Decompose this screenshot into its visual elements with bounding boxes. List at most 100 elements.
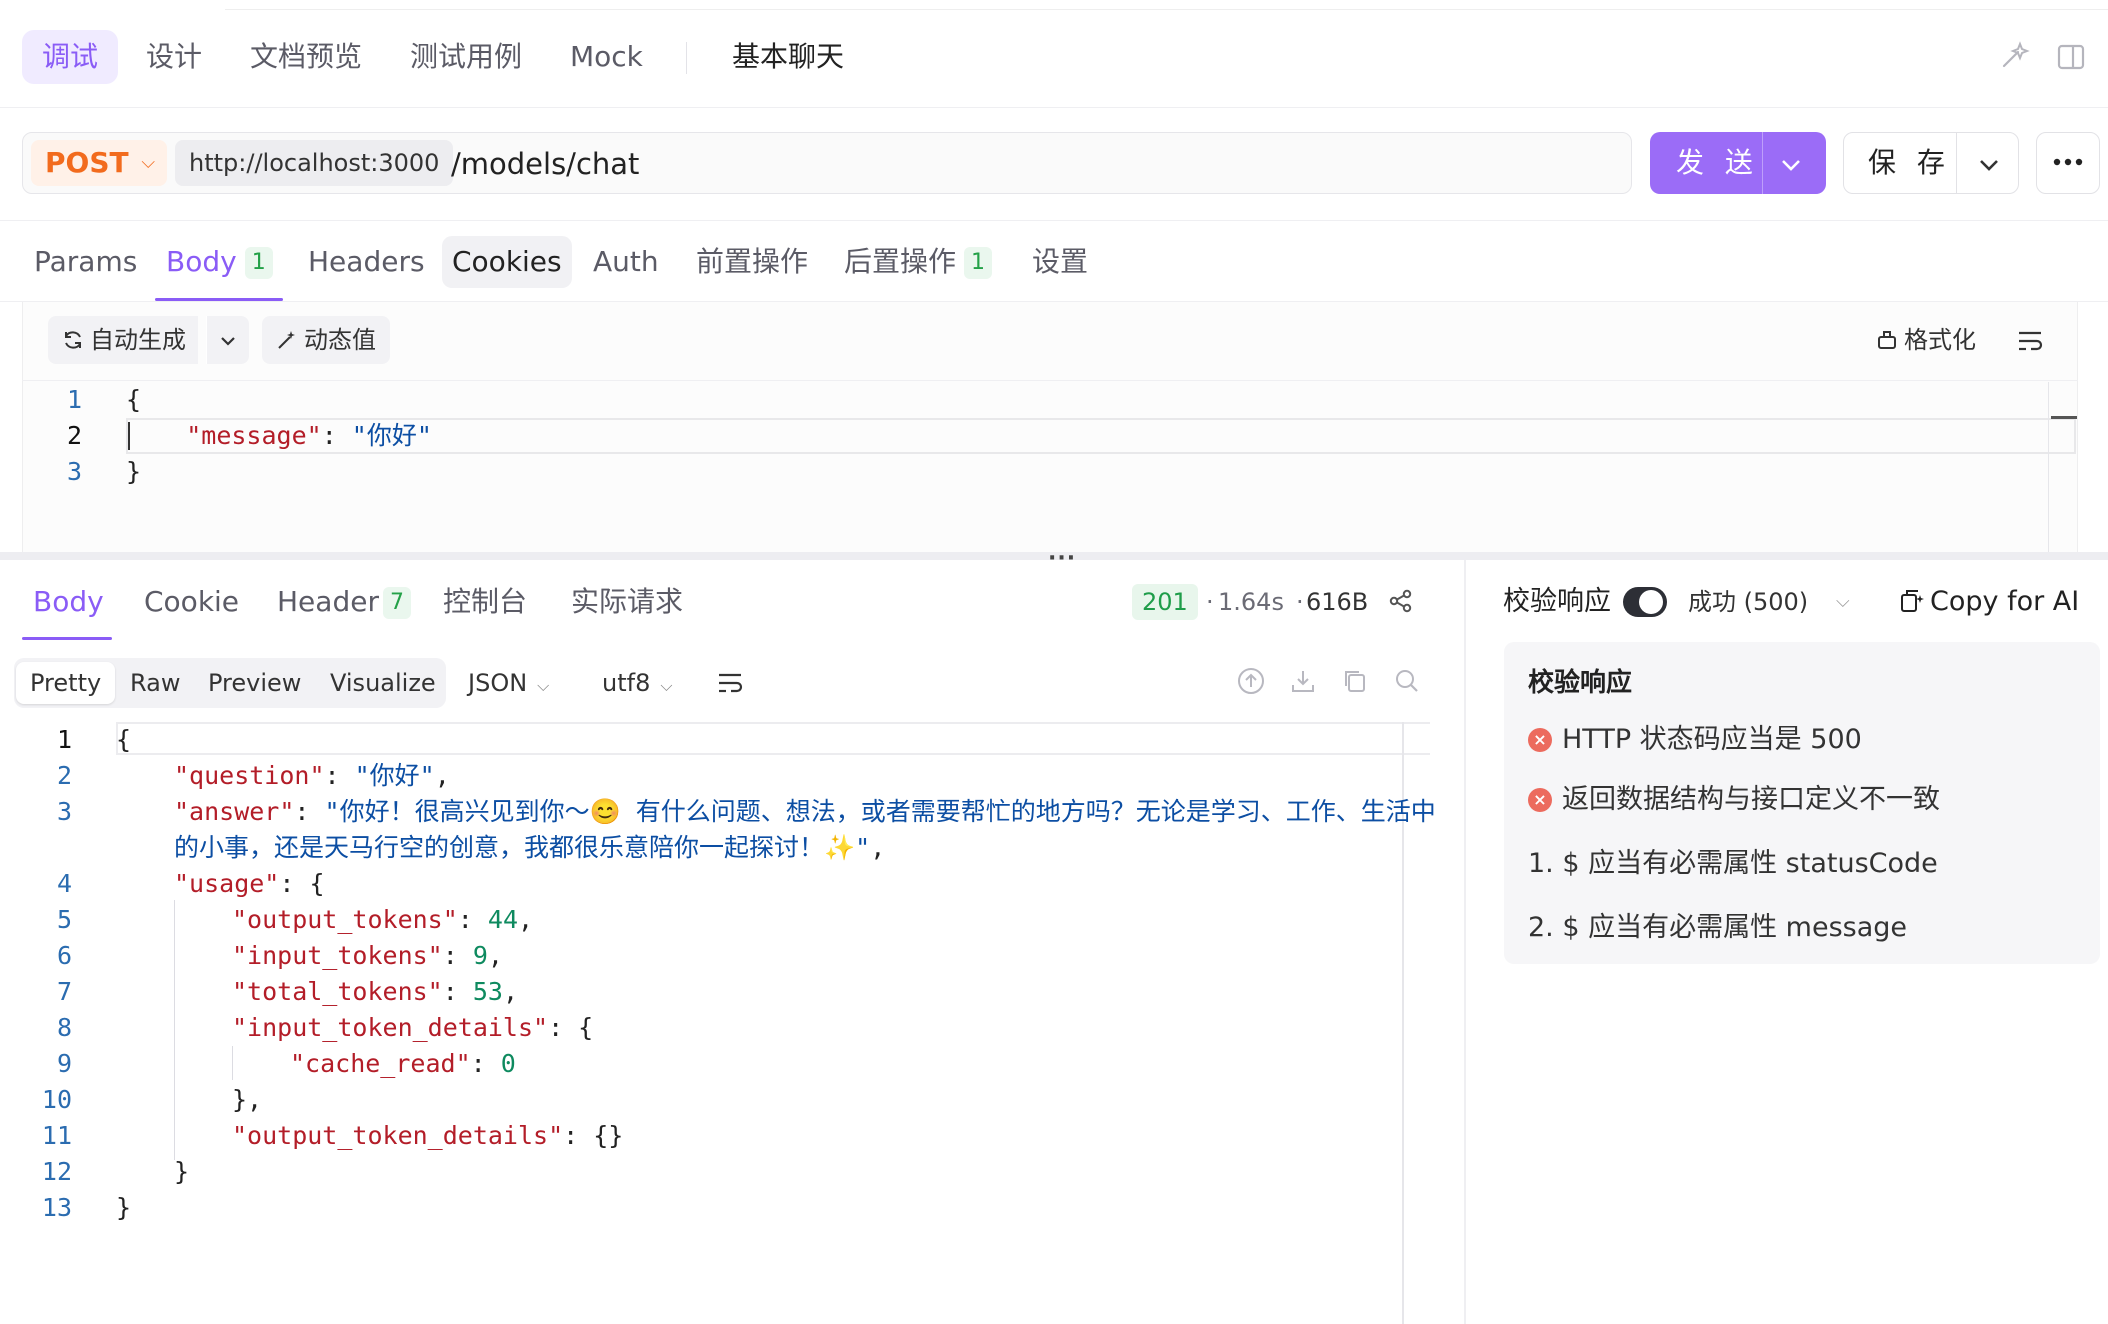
magic-sparkle-icon[interactable] <box>1996 40 2030 74</box>
api-name[interactable]: 基本聊天 <box>732 30 844 84</box>
refresh-icon <box>65 331 81 349</box>
response-tab-header-label: Header <box>277 585 379 618</box>
line-number: 3 <box>66 457 82 486</box>
more-options-button[interactable] <box>2036 132 2100 194</box>
response-tab-actual-request[interactable]: 实际请求 <box>571 576 683 628</box>
word-wrap-icon[interactable] <box>716 670 744 696</box>
request-body-line[interactable]: } <box>126 454 141 490</box>
response-line: }, <box>232 1085 263 1114</box>
download-icon[interactable] <box>1288 666 1318 696</box>
view-mode-tabs: Pretty Raw Preview Visualize <box>14 658 446 708</box>
request-body-line[interactable]: { <box>126 382 141 418</box>
top-divider <box>225 9 2108 10</box>
validation-detail: 1. $ 应当有必需属性 statusCode <box>1528 848 1938 879</box>
response-line: "cache_read": 0 <box>290 1049 516 1078</box>
tab-doc-preview[interactable]: 文档预览 <box>230 30 382 84</box>
tab-auth[interactable]: Auth <box>583 236 669 288</box>
validate-response-label: 校验响应 <box>1503 586 1611 617</box>
indent-guide <box>174 900 175 1160</box>
chevron-down-icon: ⌵ <box>141 152 155 173</box>
validation-result-panel: 校验响应 × HTTP 状态码应当是 500 × 返回数据结构与接口定义不一致 1.… <box>1504 642 2100 964</box>
format-label: 格式化 <box>1904 326 1976 354</box>
response-line: "answer": "你好！很高兴见到你～😊 有什么问题、想法，或者需要帮忙的地… <box>174 797 1436 826</box>
line-number: 11 <box>41 1121 72 1150</box>
tab-settings[interactable]: 设置 <box>1022 236 1098 288</box>
line-number: 13 <box>41 1193 72 1222</box>
upload-icon[interactable] <box>1236 666 1266 696</box>
encoding-select-value: utf8 <box>602 669 651 697</box>
share-icon[interactable] <box>1388 588 1414 614</box>
line-number: 2 <box>56 761 72 790</box>
tab-headers[interactable]: Headers <box>298 236 435 288</box>
view-preview[interactable]: Preview <box>194 662 315 704</box>
copy-icon[interactable] <box>1340 666 1370 696</box>
line-number: 12 <box>41 1157 72 1186</box>
response-line: "input_token_details": { <box>232 1013 594 1042</box>
response-tab-body[interactable]: Body <box>33 576 104 628</box>
save-button[interactable]: 保 存 <box>1843 132 2019 194</box>
tab-params[interactable]: Params <box>24 236 147 288</box>
editor-minimap[interactable] <box>2048 382 2078 552</box>
response-size: 616B <box>1306 588 1369 616</box>
response-tab-console[interactable]: 控制台 <box>443 576 527 628</box>
auto-generate-options-button[interactable] <box>206 316 249 364</box>
validation-error: × HTTP 状态码应当是 500 <box>1528 720 1862 760</box>
validation-target-select[interactable]: 成功 (500) ⌵ <box>1688 584 1850 620</box>
environment-host[interactable]: http://localhost:3000 <box>175 140 454 186</box>
magic-wand-icon <box>278 331 295 349</box>
drag-handle-icon[interactable]: ··· <box>1048 546 1076 571</box>
line-number: 10 <box>41 1085 72 1114</box>
encoding-select[interactable]: utf8 ⌵ <box>602 662 672 704</box>
send-button[interactable]: 发 送 <box>1650 132 1826 194</box>
method-select[interactable]: POST ⌵ <box>31 140 167 186</box>
response-header-badge: 7 <box>382 587 411 619</box>
response-line: } <box>174 1157 190 1186</box>
tab-mock[interactable]: Mock <box>550 30 663 84</box>
word-wrap-icon[interactable] <box>2016 328 2044 354</box>
tab-test-cases[interactable]: 测试用例 <box>390 30 542 84</box>
response-current-line <box>116 722 1430 755</box>
dot-separator: · <box>1296 588 1304 616</box>
line-number: 9 <box>56 1049 72 1078</box>
url-path-input[interactable]: /models/chat <box>451 140 639 186</box>
error-icon: × <box>1528 728 1552 752</box>
format-select[interactable]: JSON ⌵ <box>468 662 549 704</box>
dynamic-value-button[interactable]: 动态值 <box>262 316 390 364</box>
line-number: 1 <box>56 725 72 754</box>
panel-toggle-icon[interactable] <box>2054 40 2088 74</box>
search-icon[interactable] <box>1392 666 1422 696</box>
url-bar: POST ⌵ http://localhost:3000 /models/cha… <box>22 132 1632 194</box>
tab-post-label: 后置操作 <box>844 245 957 278</box>
tab-post-operations[interactable]: 后置操作 1 <box>834 236 1002 288</box>
tab-body-label: Body <box>166 245 237 278</box>
tab-body[interactable]: Body 1 <box>156 236 283 288</box>
tab-debug[interactable]: 调试 <box>22 30 119 84</box>
chevron-down-icon: ⌵ <box>660 676 673 695</box>
line-number: 1 <box>66 385 82 414</box>
view-visualize[interactable]: Visualize <box>316 662 450 704</box>
tab-separator <box>686 42 687 74</box>
tab-cookies[interactable]: Cookies <box>442 236 572 288</box>
response-tab-cookie[interactable]: Cookie <box>144 576 239 628</box>
view-raw[interactable]: Raw <box>116 662 194 704</box>
tab-design[interactable]: 设计 <box>126 30 222 84</box>
tab-pre-operations[interactable]: 前置操作 <box>686 236 818 288</box>
tab-post-badge: 1 <box>964 247 993 279</box>
view-pretty[interactable]: Pretty <box>16 662 116 704</box>
copy-for-ai-button[interactable]: Copy for AI <box>1898 584 2079 620</box>
panel-divider <box>1464 560 1466 1324</box>
auto-generate-button[interactable]: 自动生成 <box>48 316 198 364</box>
response-tab-header[interactable]: Header 7 <box>277 576 411 628</box>
line-number: 8 <box>56 1013 72 1042</box>
more-dots-icon <box>2053 158 2083 165</box>
request-body-line[interactable]: "message": "你好" <box>126 418 432 454</box>
line-number: 4 <box>56 869 72 898</box>
status-badge: 201 <box>1132 584 1198 620</box>
response-line: "input_tokens": 9, <box>232 941 503 970</box>
format-button[interactable]: 格式化 <box>1876 316 1976 364</box>
save-options-chevron-icon[interactable] <box>1978 133 2000 193</box>
validate-response-toggle[interactable] <box>1623 587 1667 617</box>
line-number: 6 <box>56 941 72 970</box>
send-options-chevron-icon[interactable] <box>1780 132 1802 194</box>
validation-error: × 返回数据结构与接口定义不一致 <box>1528 780 1940 820</box>
